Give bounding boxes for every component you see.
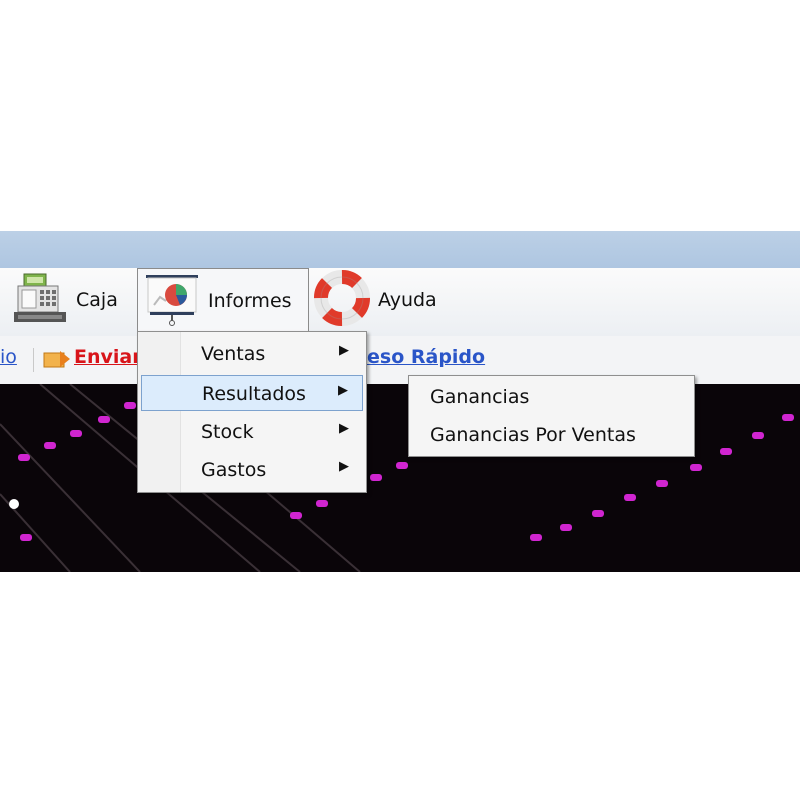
acceso-rapido-link[interactable]: eso Rápido (367, 346, 485, 368)
enviar-link[interactable]: Enviar (74, 346, 142, 368)
informes-label: Informes (208, 290, 292, 312)
menu-item-ganancias[interactable]: Ganancias (412, 379, 691, 415)
caja-button[interactable]: Caja (12, 268, 118, 332)
menu-item-ganancias-por-ventas[interactable]: Ganancias Por Ventas (412, 417, 691, 453)
main-toolbar: Caja Informes Ayuda (0, 268, 800, 336)
menu-item-resultados[interactable]: Resultados ▶ (141, 375, 363, 411)
ayuda-button[interactable]: Ayuda (314, 268, 437, 332)
menu-item-ventas[interactable]: Ventas ▶ (141, 336, 363, 372)
menu-item-resultados-label: Resultados (202, 383, 306, 405)
menu-item-ganancias-por-ventas-label: Ganancias Por Ventas (430, 424, 636, 446)
menu-item-gastos-label: Gastos (201, 459, 267, 481)
menu-item-ventas-label: Ventas (201, 343, 266, 365)
quick-link-left[interactable]: io (0, 346, 17, 368)
menu-item-ganancias-label: Ganancias (430, 386, 530, 408)
submenu-arrow-icon: ▶ (339, 343, 349, 358)
ayuda-label: Ayuda (378, 289, 437, 311)
submenu-arrow-icon: ▶ (338, 383, 348, 398)
separator (33, 348, 34, 372)
lifebuoy-icon (314, 269, 370, 331)
cash-register-icon (12, 270, 68, 331)
window-title-bar (0, 231, 800, 268)
menu-item-gastos[interactable]: Gastos ▶ (141, 452, 363, 488)
caja-label: Caja (76, 289, 118, 311)
menu-item-stock[interactable]: Stock ▶ (141, 414, 363, 450)
menu-item-stock-label: Stock (201, 421, 254, 443)
informes-dropdown-menu: Ventas ▶ Resultados ▶ Stock ▶ Gastos ▶ (137, 331, 367, 493)
informes-button[interactable]: Informes (137, 268, 309, 333)
submenu-arrow-icon: ▶ (339, 421, 349, 436)
send-icon (42, 349, 72, 373)
resultados-submenu: Ganancias Ganancias Por Ventas (408, 375, 695, 457)
report-chart-icon (144, 271, 200, 332)
submenu-arrow-icon: ▶ (339, 459, 349, 474)
